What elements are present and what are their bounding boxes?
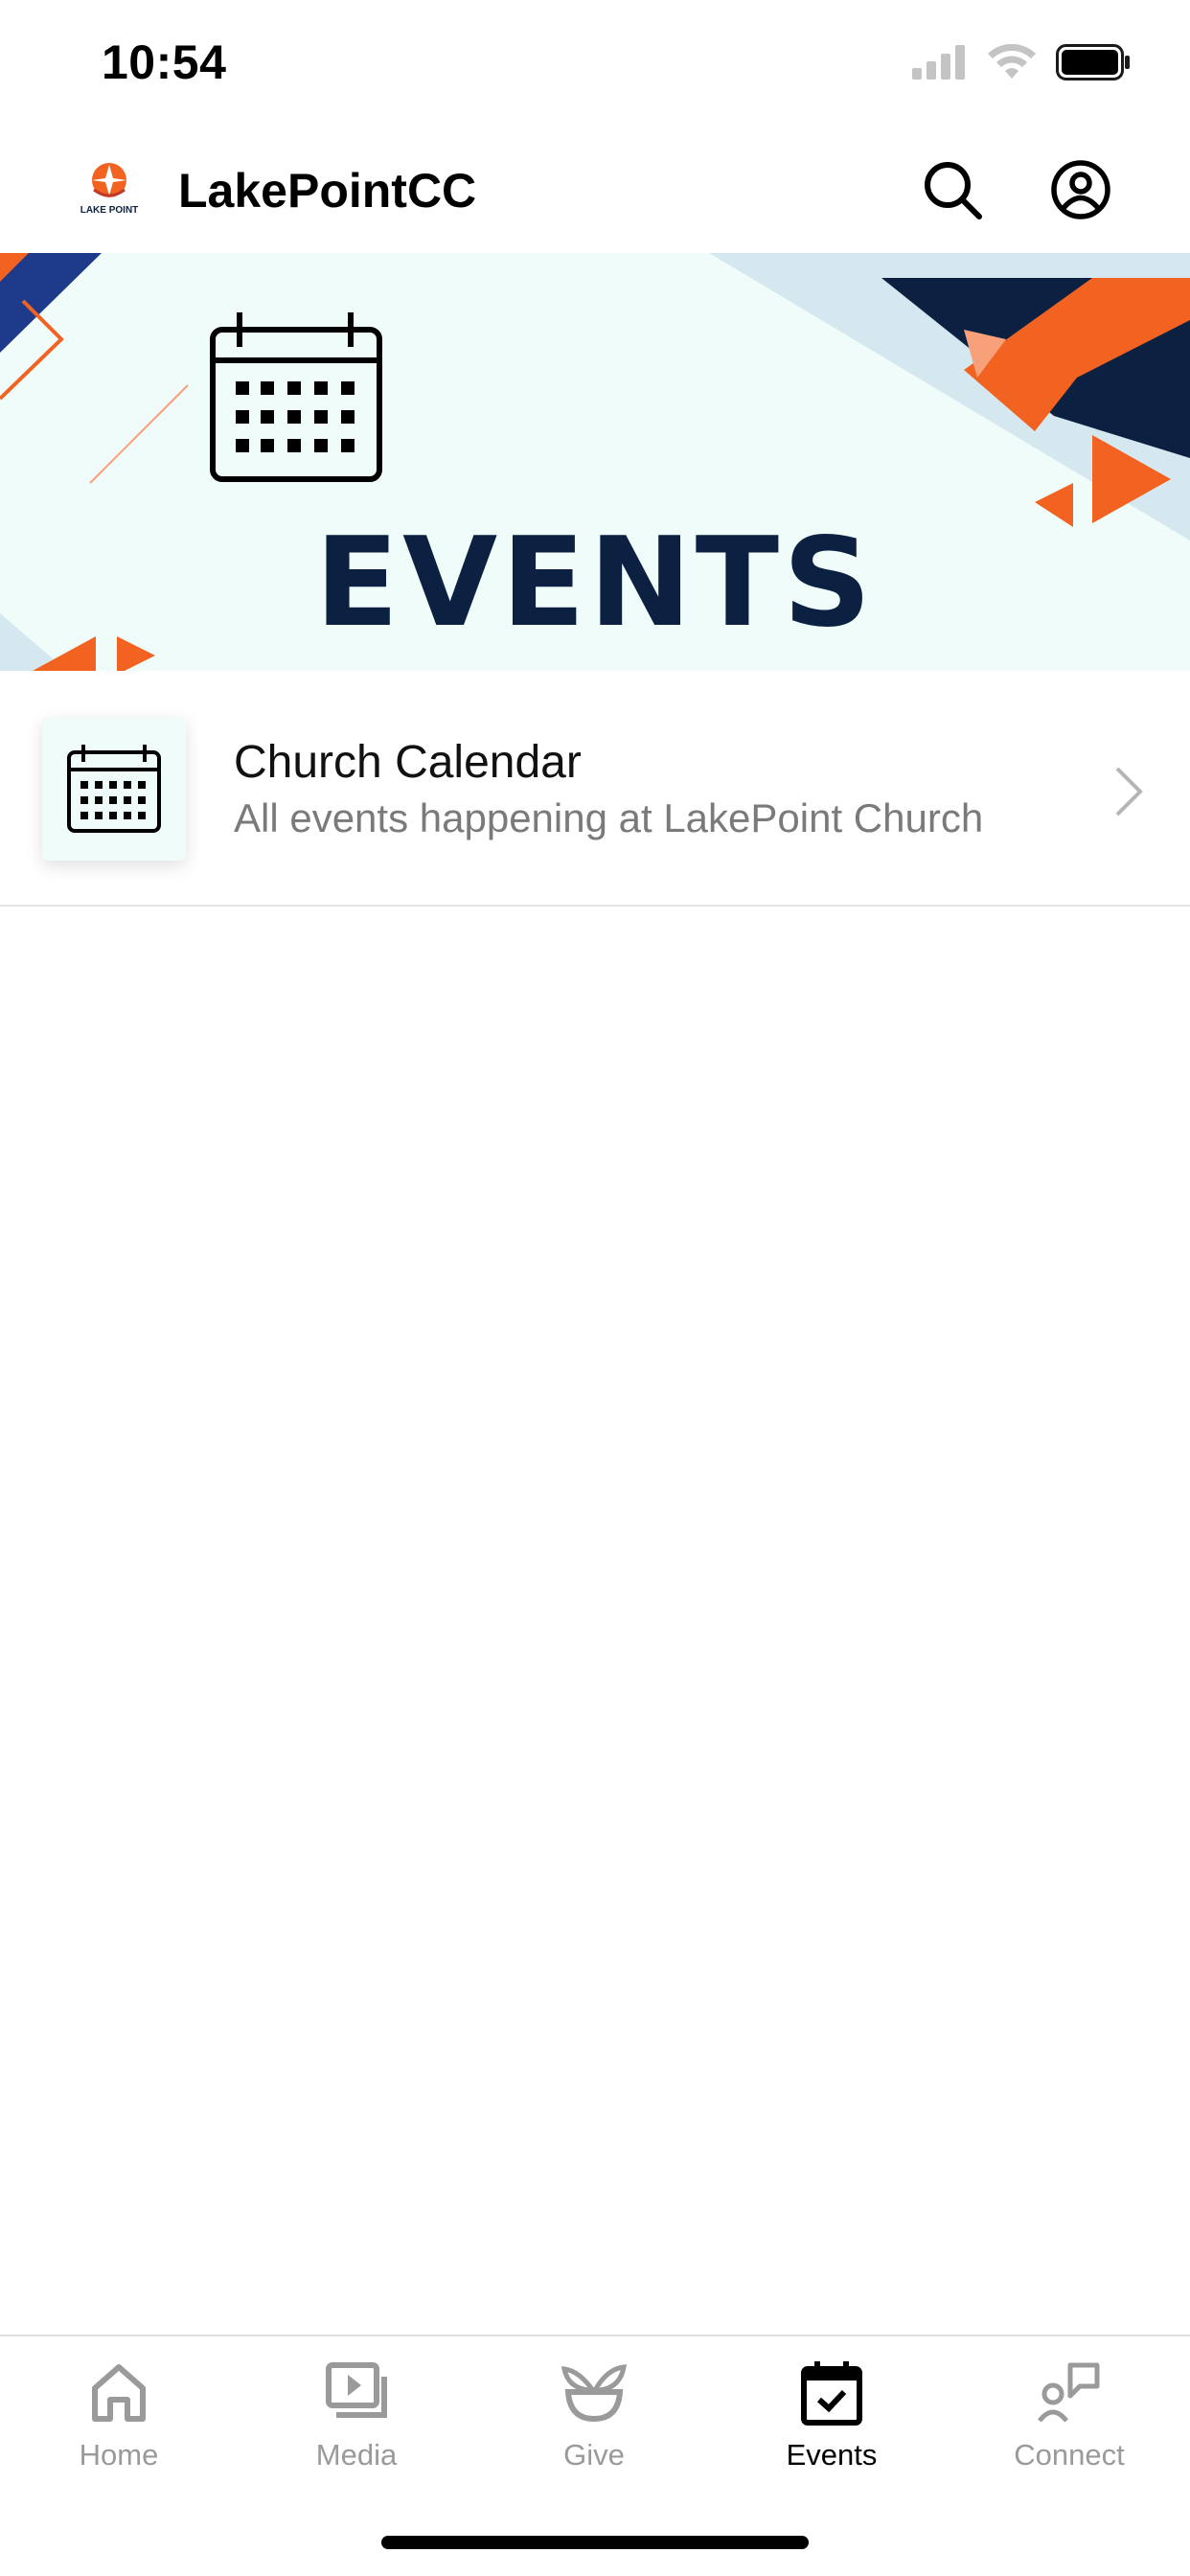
nav-label-events: Events [786, 2438, 878, 2472]
app-title: LakePointCC [178, 164, 477, 218]
home-indicator[interactable] [381, 2536, 809, 2549]
item-title: Church Calendar [234, 737, 582, 788]
cellular-signal-icon [912, 45, 965, 80]
nav-media[interactable]: Media [261, 2359, 452, 2503]
battery-icon [1056, 44, 1130, 80]
wifi-icon [988, 44, 1036, 79]
item-subtitle: All events happening at LakePoint Church [234, 795, 984, 840]
connect-icon [1038, 2362, 1100, 2423]
church-logo[interactable]: LAKE POINT [75, 157, 144, 222]
nav-label-connect: Connect [1014, 2438, 1125, 2472]
item-thumbnail [42, 717, 186, 861]
nav-events[interactable]: Events [736, 2359, 927, 2503]
account-icon [1051, 160, 1110, 219]
account-button[interactable] [1044, 153, 1117, 226]
app-header: LAKE POINT LakePointCC [0, 126, 1190, 253]
list-item-church-calendar[interactable]: Church Calendar All events happening at … [0, 671, 1190, 907]
status-time: 10:54 [102, 35, 227, 89]
status-icons [912, 44, 1131, 80]
logo-text: LAKE POINT [80, 205, 139, 216]
nav-give[interactable]: Give [498, 2359, 690, 2503]
chevron-right-icon [1115, 767, 1143, 816]
events-banner: EVENTS [0, 253, 1190, 671]
calendar-icon [210, 312, 382, 482]
nav-connect[interactable]: Connect [973, 2359, 1165, 2503]
banner-title: EVENTS [314, 512, 876, 655]
search-icon [925, 162, 982, 219]
give-icon [561, 2364, 628, 2423]
events-icon [801, 2361, 862, 2426]
nav-home[interactable]: Home [23, 2359, 215, 2503]
nav-label-give: Give [563, 2438, 625, 2472]
status-bar: 10:54 [0, 0, 1190, 126]
home-icon [92, 2364, 146, 2422]
calendar-icon [67, 745, 161, 833]
nav-label-media: Media [315, 2438, 398, 2472]
nav-label-home: Home [79, 2438, 159, 2472]
media-icon [326, 2362, 387, 2418]
search-button[interactable] [916, 153, 989, 226]
